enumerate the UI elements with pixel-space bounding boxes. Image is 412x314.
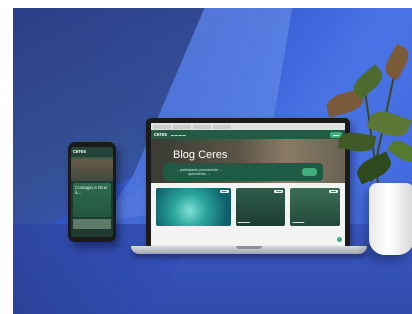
blog-card: ▬▬ ▬▬▬▬ <box>235 188 286 226</box>
laptop-notch <box>236 246 262 249</box>
leaf <box>353 151 395 185</box>
nav-item: ▬ ▬ ▬ ▬ <box>171 132 186 137</box>
phone-bottom-image <box>73 219 111 229</box>
card-title: ▬▬▬▬ <box>237 219 250 224</box>
browser-tab <box>193 124 211 129</box>
blog-title: Blog Ceres <box>173 149 228 161</box>
banner-text: ... participante permanente ... aprender… <box>176 168 222 176</box>
phone-post-card: Contagio e Direi à... <box>73 183 111 217</box>
phone-card-title: Contagio e Direi à... <box>75 185 108 195</box>
site-logo: ceres <box>154 131 168 138</box>
card-tag: ▬▬ <box>274 190 284 193</box>
phone-screen: ceres Contagio e Direi à... <box>71 147 113 237</box>
potted-plant <box>311 33 412 263</box>
card-title: ▬▬▬▬ <box>292 219 305 224</box>
blog-card: ▬▬ <box>156 188 231 226</box>
leaf <box>381 43 412 81</box>
phone-mockup: ceres Contagio e Direi à... <box>68 142 116 242</box>
plant-pot <box>369 183 412 255</box>
browser-tab <box>173 124 191 129</box>
phone-hero-image <box>71 159 113 181</box>
card-tag: ▬▬ <box>219 190 229 193</box>
browser-tab <box>213 124 231 129</box>
hero-scene: ceres Contagio e Direi à... ceres ▬ ▬ ▬ … <box>13 8 412 314</box>
phone-header: ceres <box>71 147 113 157</box>
newsletter-banner: ... participante permanente ... aprender… <box>163 163 323 181</box>
phone-logo: ceres <box>73 149 87 155</box>
browser-tab <box>153 124 171 129</box>
